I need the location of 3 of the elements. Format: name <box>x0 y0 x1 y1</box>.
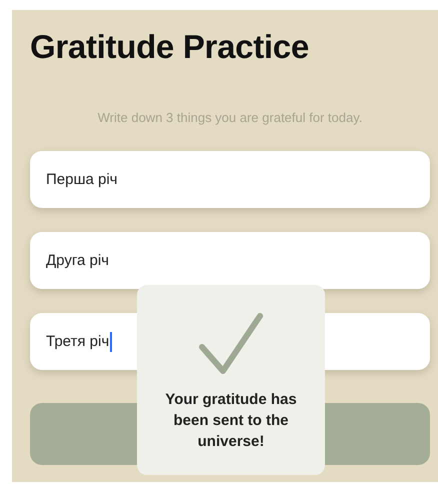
page-title: Gratitude Practice <box>30 28 310 66</box>
instructions-text: Write down 3 things you are grateful for today. <box>96 110 364 125</box>
toast-message: Your gratitude has been sent to the universe! <box>164 390 298 452</box>
